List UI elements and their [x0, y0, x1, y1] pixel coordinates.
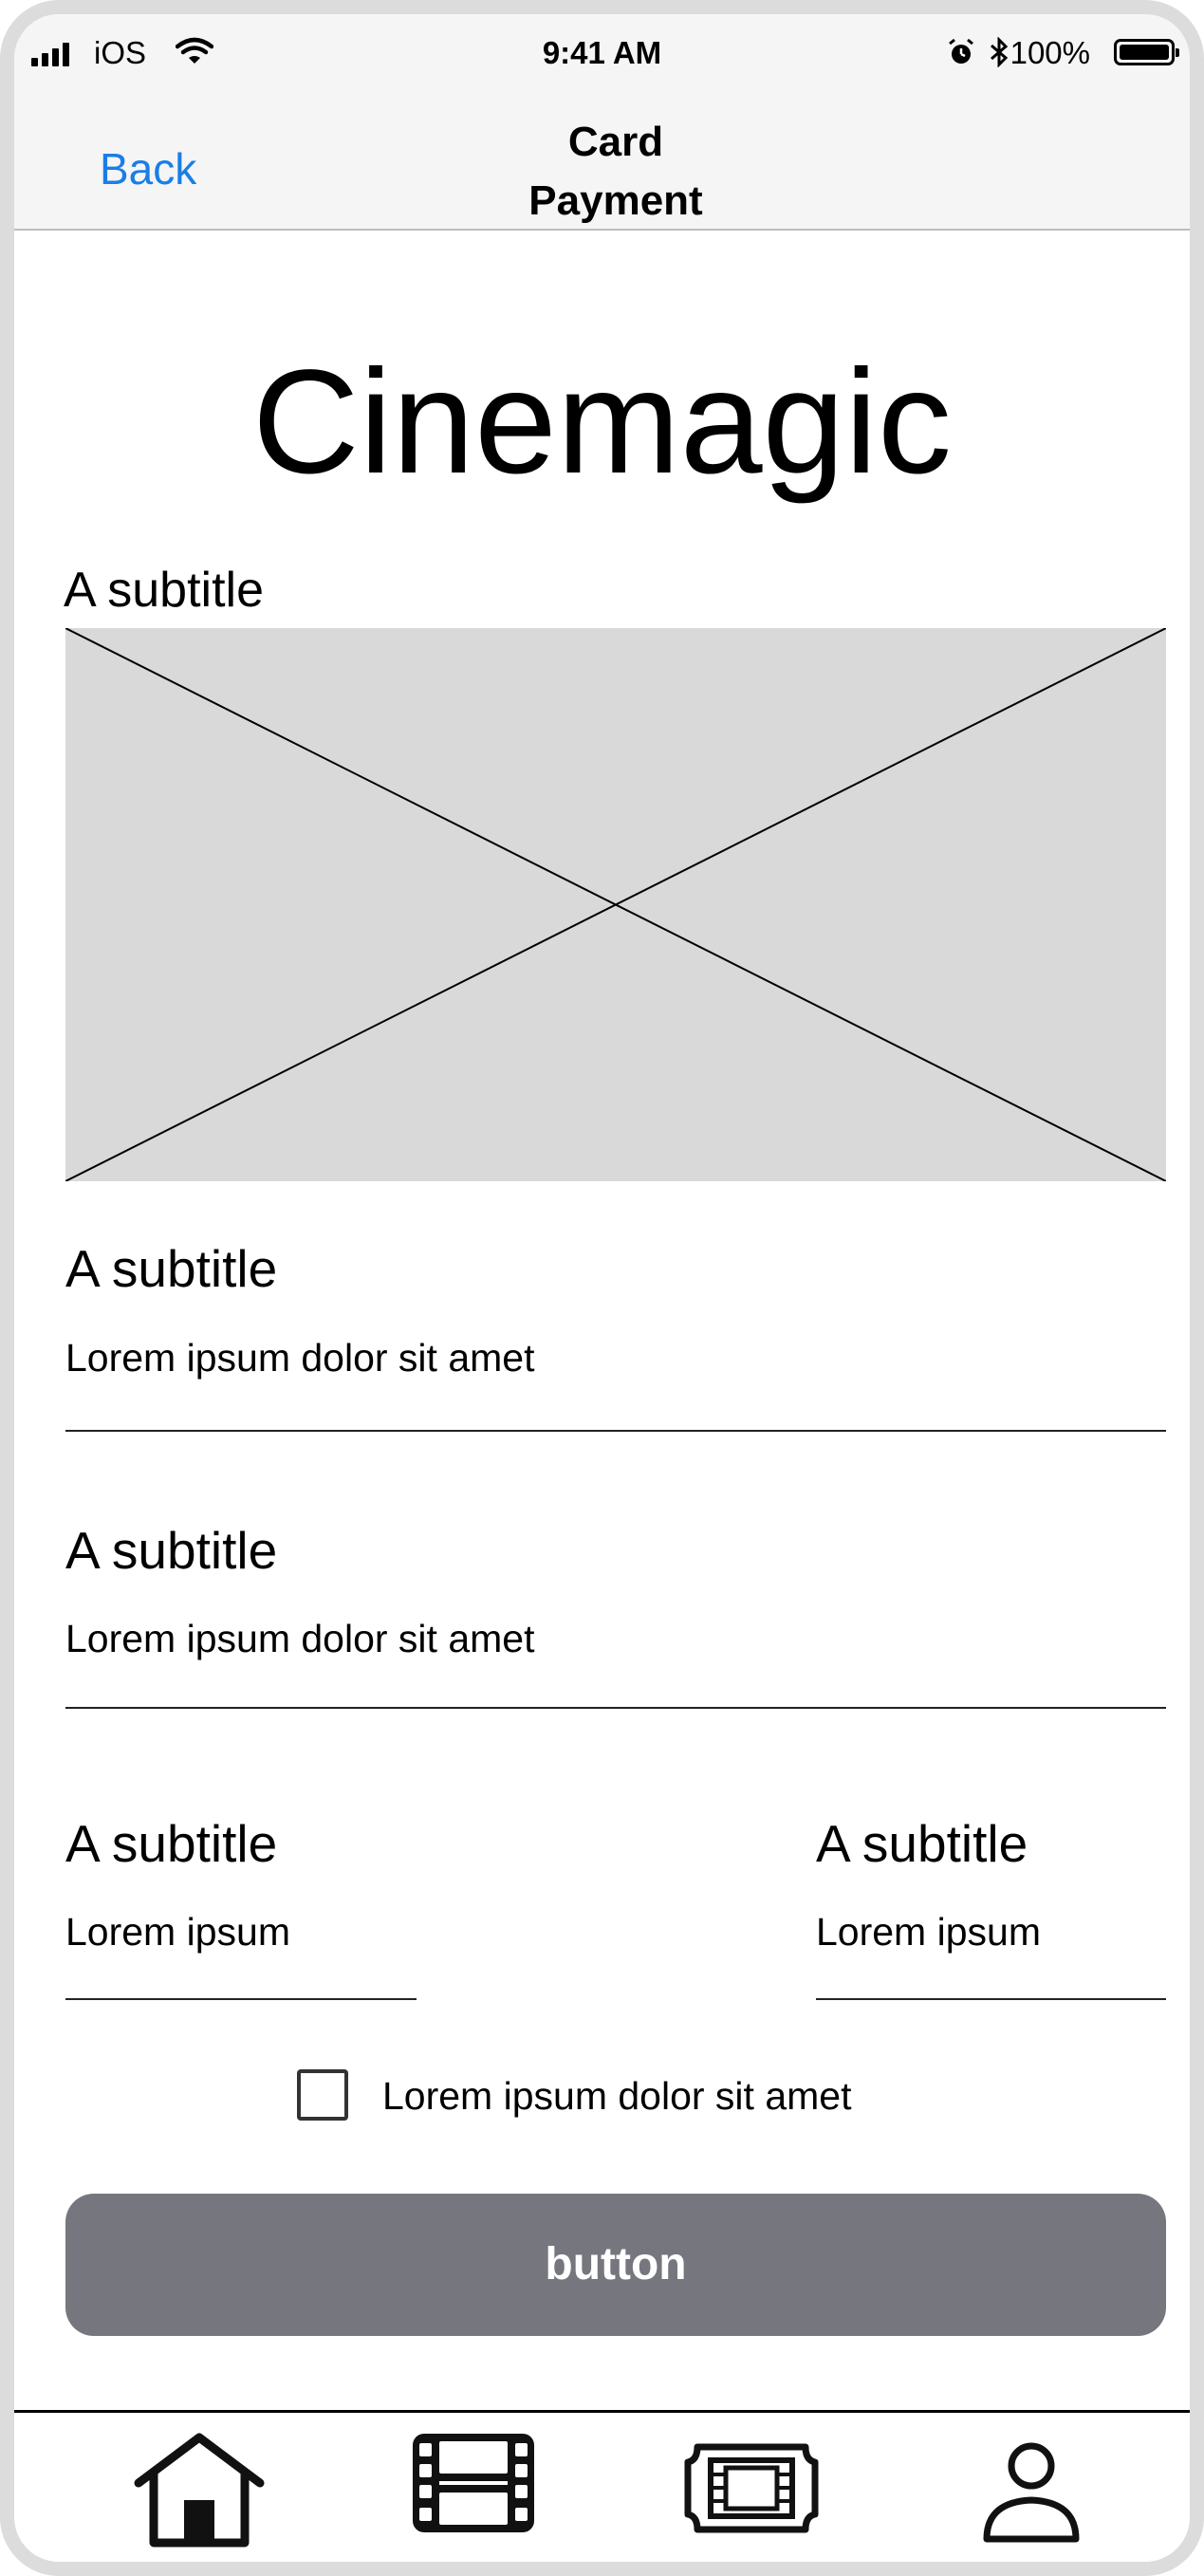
alarm-icon [947, 38, 975, 71]
field-2-subtitle: A subtitle [65, 1521, 278, 1580]
home-icon[interactable] [133, 2432, 266, 2550]
battery-icon [1114, 39, 1179, 65]
field-1-input[interactable]: Lorem ipsum dolor sit amet [65, 1335, 534, 1381]
battery-percent: 100% [1010, 35, 1090, 70]
field-3-input[interactable]: Lorem ipsum [65, 1909, 290, 1955]
image-subtitle: A subtitle [64, 563, 265, 618]
page-title: Card Payment [426, 113, 806, 231]
checkbox-label: Lorem ipsum dolor sit amet [382, 2074, 852, 2118]
page-title-line-1: Card [567, 119, 664, 165]
image-placeholder [65, 628, 1166, 1181]
status-bar: iOS 9:41 AM 100% [14, 14, 1190, 92]
submit-button[interactable]: button [65, 2194, 1166, 2336]
brand-title: Cinemagic [252, 340, 952, 505]
page-title-line-2: Payment [528, 177, 703, 224]
field-3-subtitle: A subtitle [65, 1814, 278, 1873]
field-3-underline [65, 1998, 417, 2000]
agree-checkbox[interactable] [297, 2069, 348, 2121]
back-button[interactable]: Back [100, 143, 196, 195]
field-2-underline [65, 1707, 1166, 1709]
field-4-underline [816, 1998, 1166, 2000]
profile-icon[interactable] [982, 2441, 1081, 2548]
tab-bar-divider [14, 2410, 1190, 2413]
phone-frame: iOS 9:41 AM 100% Back Card Payment Cinem… [0, 0, 1204, 2576]
field-1-subtitle: A subtitle [65, 1239, 278, 1298]
ticket-icon[interactable] [684, 2443, 819, 2533]
field-4-input[interactable]: Lorem ipsum [816, 1909, 1041, 1955]
field-2-input[interactable]: Lorem ipsum dolor sit amet [65, 1616, 534, 1661]
field-4-subtitle: A subtitle [816, 1814, 1028, 1873]
field-1-underline [65, 1430, 1166, 1432]
bluetooth-icon [989, 36, 1010, 72]
film-strip-icon[interactable] [411, 2432, 536, 2536]
